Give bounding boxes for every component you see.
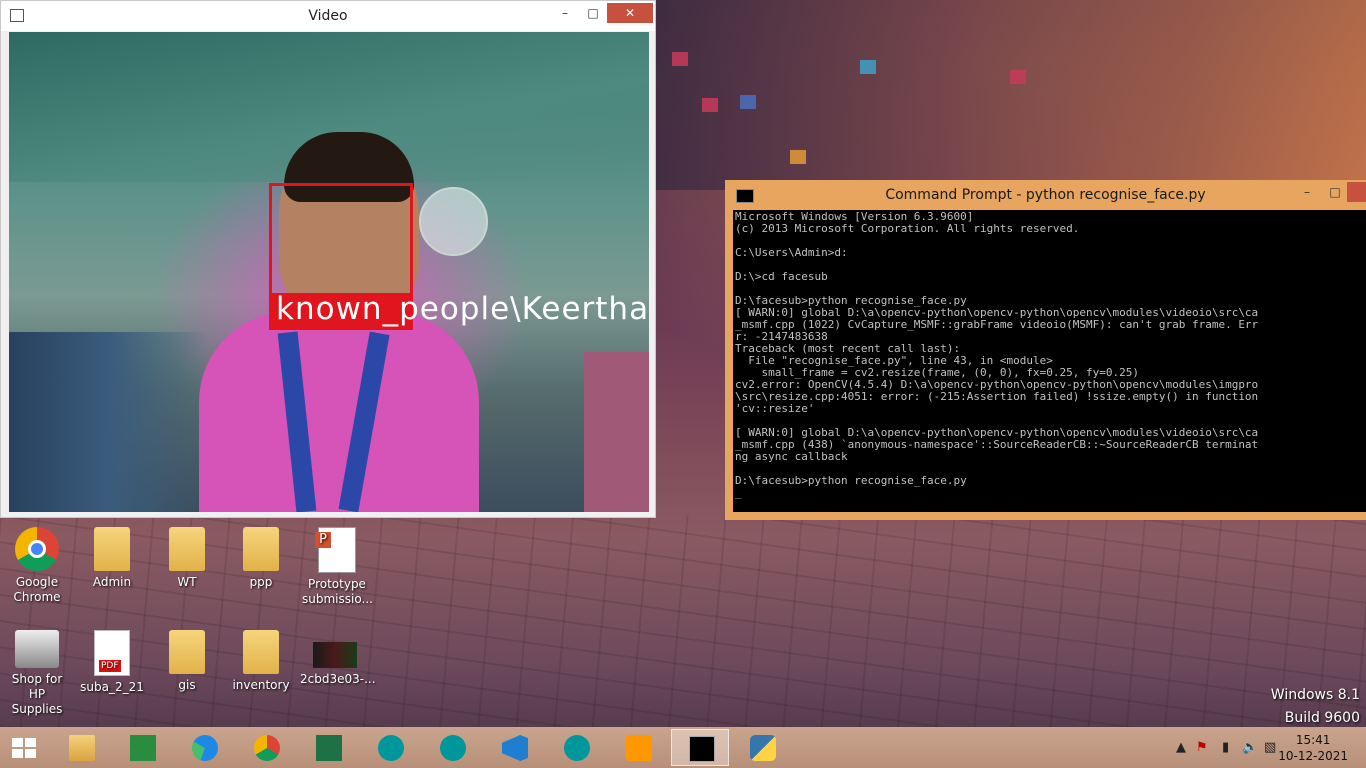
wallpaper-flag (702, 98, 718, 112)
desktop-icon-2cbd3e03[interactable]: 2cbd3e03-... (300, 630, 376, 687)
python-icon (750, 735, 776, 761)
desktop-icon-gis[interactable]: gis (152, 630, 222, 693)
background-person (584, 352, 649, 512)
windows-logo-icon (25, 749, 36, 758)
desktop-icon-inventory[interactable]: inventory (226, 630, 296, 693)
chrome-icon (15, 527, 59, 571)
desktop-icon-label: WT (177, 575, 197, 589)
command-prompt-window[interactable]: Command Prompt - python recognise_face.p… (725, 180, 1366, 520)
arduino-icon (564, 735, 590, 761)
wallpaper-flag (672, 52, 688, 66)
vscode-icon (502, 735, 528, 761)
taskbar-edge[interactable] (175, 729, 233, 766)
taskbar-store[interactable] (113, 729, 171, 766)
windows-logo-icon (25, 738, 36, 747)
desktop-icon-label: 2cbd3e03-... (300, 672, 376, 686)
taskbar-arduino-2[interactable] (423, 729, 481, 766)
desktop-icon-admin[interactable]: Admin (77, 527, 147, 590)
command-prompt-title: Command Prompt - python recognise_face.p… (885, 187, 1206, 203)
taskbar: ▲ ⚑ ▮ 🔈 ▧ 15:41 10-12-2021 (0, 727, 1366, 768)
printer-icon (15, 630, 59, 668)
wallpaper-flag (740, 95, 756, 109)
clock-time: 15:41 (1295, 733, 1331, 747)
desktop-icon-label: suba_2_21 (80, 680, 144, 694)
video-window-titlebar[interactable]: Video – □ ✕ (1, 1, 655, 31)
battery-icon[interactable]: ▮ (1222, 740, 1229, 755)
taskbar-excel[interactable] (299, 729, 357, 766)
powerpoint-doc-icon (315, 527, 356, 573)
wallpaper-flag (860, 60, 876, 74)
minimize-button[interactable]: – (1293, 182, 1321, 202)
taskbar-python[interactable] (733, 729, 791, 766)
excel-icon (316, 735, 342, 761)
folder-icon (169, 527, 205, 571)
arduino-icon (440, 735, 466, 761)
clock-date: 10-12-2021 (1278, 749, 1348, 763)
desktop-icon-label: ppp (249, 575, 273, 589)
show-hidden-icons-icon[interactable]: ▲ (1176, 740, 1186, 755)
pdf-icon (94, 630, 130, 676)
system-tray: ▲ ⚑ ▮ 🔈 ▧ 15:41 10-12-2021 (1156, 727, 1366, 768)
folder-icon (69, 735, 95, 761)
arduino-icon (378, 735, 404, 761)
volume-icon[interactable]: 🔈 (1242, 740, 1258, 755)
video-thumbnail-icon (313, 642, 357, 668)
start-button[interactable] (12, 738, 38, 758)
chrome-icon (254, 735, 280, 761)
person-body (199, 312, 479, 512)
edge-icon (192, 735, 218, 761)
sublime-icon (626, 735, 652, 761)
action-center-flag-icon[interactable]: ⚑ (1196, 740, 1208, 755)
video-frame: known_people\Keerthana (9, 32, 649, 512)
close-button[interactable] (1347, 182, 1366, 202)
wallpaper-flag (1010, 70, 1026, 84)
desktop-icon-shop-for-hp-supplies[interactable]: Shop for HP Supplies (2, 630, 72, 717)
desktop-icon-label: Shop for HP Supplies (11, 672, 63, 716)
folder-icon (243, 630, 279, 674)
wall-fan (419, 187, 488, 256)
desktop-icon-label: inventory (232, 678, 290, 692)
store-icon (130, 735, 156, 761)
taskbar-file-explorer[interactable] (52, 729, 110, 766)
user-folder-icon (94, 527, 130, 571)
desktop-icon-label: Google Chrome (13, 575, 61, 604)
windows-logo-icon (12, 749, 23, 758)
desktop-icon-prototype-submission[interactable]: Prototype submissio... (302, 527, 373, 607)
face-detection-box (269, 183, 413, 296)
desktop-icon-google-chrome[interactable]: Google Chrome (2, 527, 72, 605)
folder-icon (169, 630, 205, 674)
network-icon[interactable]: ▧ (1264, 740, 1276, 755)
desktop-icon-label: Admin (92, 575, 132, 589)
taskbar-arduino-1[interactable] (361, 729, 419, 766)
taskbar-clock[interactable]: 15:41 10-12-2021 (1278, 732, 1348, 764)
taskbar-sublime[interactable] (609, 729, 667, 766)
console-output-area[interactable]: Microsoft Windows [Version 6.3.9600] (c)… (733, 210, 1366, 512)
maximize-button[interactable]: □ (1321, 182, 1349, 202)
cmd-icon (689, 736, 715, 762)
close-button[interactable]: ✕ (607, 3, 653, 23)
taskbar-command-prompt[interactable] (671, 729, 729, 766)
windows-version-watermark: Windows 8.1 Build 9600 (1271, 684, 1360, 730)
command-prompt-titlebar[interactable]: Command Prompt - python recognise_face.p… (725, 180, 1366, 210)
video-window[interactable]: Video – □ ✕ known_people\Keerthana (0, 0, 656, 518)
taskbar-vscode[interactable] (485, 729, 543, 766)
desktop-icon-label: Prototype submissio... (302, 577, 373, 606)
wallpaper-flag (790, 150, 806, 164)
taskbar-arduino-3[interactable] (547, 729, 605, 766)
watermark-os-name: Windows 8.1 (1270, 687, 1360, 703)
taskbar-chrome[interactable] (237, 729, 295, 766)
folder-icon (243, 527, 279, 571)
face-recognition-label: known_people\Keerthana (276, 291, 649, 327)
console-text: Microsoft Windows [Version 6.3.9600] (c)… (735, 210, 1259, 499)
maximize-button[interactable]: □ (579, 3, 607, 23)
desktop-icon-ppp[interactable]: ppp (226, 527, 296, 590)
desktop-icon-label: gis (178, 678, 196, 692)
windows-logo-icon (12, 738, 23, 747)
desktop-icon-suba-2-21[interactable]: suba_2_21 (77, 630, 147, 695)
background-people (9, 332, 209, 512)
wallpaper-background (655, 0, 1366, 190)
desktop-icon-wt[interactable]: WT (152, 527, 222, 590)
minimize-button[interactable]: – (551, 3, 579, 23)
